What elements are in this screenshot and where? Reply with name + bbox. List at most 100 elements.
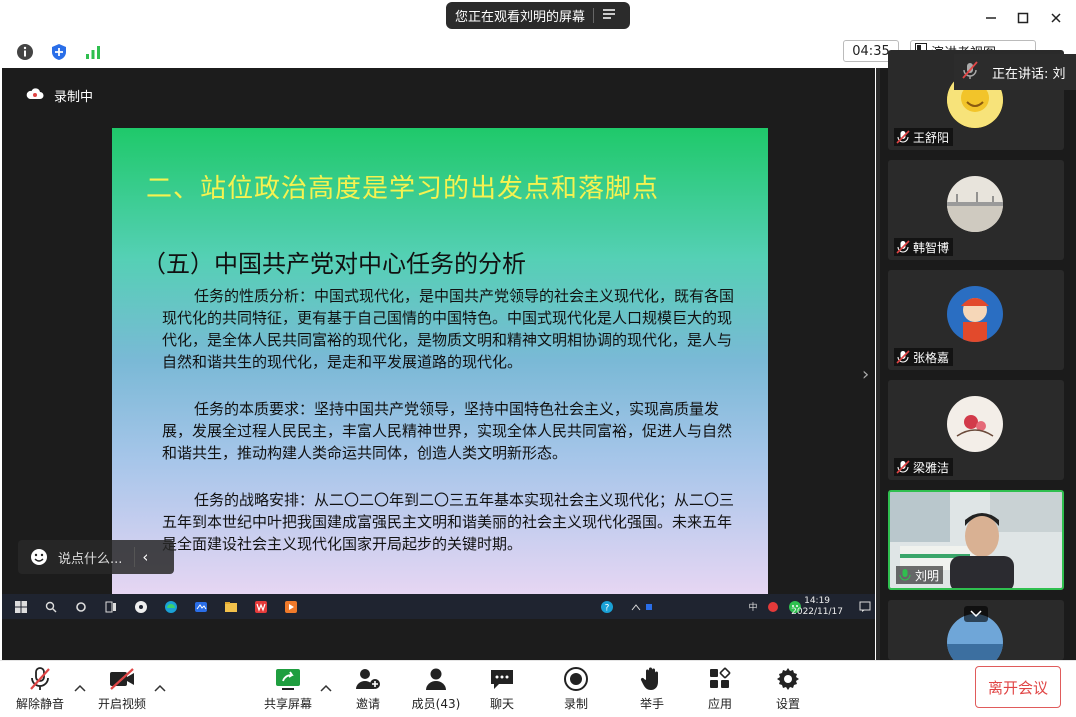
meeting-app-icon[interactable] xyxy=(190,598,212,616)
muted-mic-icon xyxy=(26,665,54,693)
participant-tile[interactable]: 韩智博 xyxy=(888,160,1064,260)
notification-icon[interactable] xyxy=(854,598,876,616)
hand-icon xyxy=(638,665,666,693)
participant-name: 张格嘉 xyxy=(913,350,950,365)
record-label: 录制 xyxy=(563,697,588,711)
slide-paragraph: 任务的性质分析：中国式现代化，是中国共产党领导的社会主义现代化，既有各国现代化的… xyxy=(162,287,735,371)
chevron-up-icon[interactable] xyxy=(74,681,86,695)
speaking-text: 正在讲话: 刘 xyxy=(992,66,1066,82)
participant-name-tag: 王舒阳 xyxy=(894,128,954,146)
participant-tile[interactable]: 张格嘉 xyxy=(888,270,1064,370)
clock-time: 14:19 xyxy=(804,596,831,606)
share-screen-icon xyxy=(274,665,302,693)
menu-icon[interactable] xyxy=(602,8,616,24)
add-user-icon xyxy=(354,665,382,693)
avatar xyxy=(947,176,1003,232)
title-bar: 您正在观看刘明的屏幕 xyxy=(0,0,1076,36)
invite-button[interactable]: 邀请 xyxy=(336,665,400,715)
quick-chat-input[interactable]: 说点什么... ‹ xyxy=(18,540,174,574)
apps-grid-icon xyxy=(706,665,734,693)
meeting-controls-bar: 解除静音 开启视频 共享屏幕 邀请 成员(43) 聊天 录制 举手 应用 设置 xyxy=(0,660,1076,717)
shared-screen: 录制中 二、站位政治高度是学习的出发点和落脚点 （五）中国共产党对中心任务的分析… xyxy=(2,68,875,660)
taskbar-clock[interactable]: 14:19 2022/11/17 xyxy=(791,596,843,618)
scroll-down-icon[interactable] xyxy=(964,606,988,622)
chat-button[interactable]: 聊天 xyxy=(470,665,534,715)
chat-label: 聊天 xyxy=(489,697,514,711)
ime-indicator[interactable]: 中 xyxy=(742,598,764,616)
emoji-icon[interactable] xyxy=(28,546,50,568)
edge-browser-icon[interactable] xyxy=(160,598,182,616)
unmute-label: 解除静音 xyxy=(15,697,64,711)
participant-name-tag: 韩智博 xyxy=(894,238,954,256)
cloud-icon xyxy=(26,87,44,104)
shield-icon[interactable] xyxy=(48,41,70,63)
participant-name-tag: 张格嘉 xyxy=(894,348,954,366)
maximize-button[interactable] xyxy=(1012,7,1034,29)
raise-hand-button[interactable]: 举手 xyxy=(620,665,684,715)
slide-title: 二、站位政治高度是学习的出发点和落脚点 xyxy=(146,174,660,204)
chevron-right-icon[interactable]: › xyxy=(862,364,869,385)
meeting-window: 您正在观看刘明的屏幕 04:35 演讲者视图 xyxy=(0,0,1076,717)
active-speaker-video-tile[interactable]: 刘明 xyxy=(888,490,1064,590)
chat-placeholder: 说点什么... xyxy=(58,551,123,567)
speaking-indicator: 正在讲话: 刘 xyxy=(954,54,1076,90)
svg-text:?: ? xyxy=(605,603,610,613)
slide-paragraph: 任务的战略安排：从二〇二〇年到二〇三五年基本实现社会主义现代化；从二〇三五年到本… xyxy=(162,491,735,553)
banner-text: 您正在观看刘明的屏幕 xyxy=(455,10,586,25)
mic-icon xyxy=(898,568,912,582)
chevron-up-icon[interactable] xyxy=(320,681,332,695)
chevron-left-icon[interactable]: ‹ xyxy=(135,548,155,566)
task-view-icon[interactable] xyxy=(100,598,122,616)
system-tray-icons[interactable] xyxy=(630,598,652,616)
share-screen-label: 共享屏幕 xyxy=(263,697,312,711)
recording-indicator: 录制中 xyxy=(26,86,93,105)
participant-name: 韩智博 xyxy=(913,240,950,255)
app-pinwheel-icon[interactable] xyxy=(130,598,152,616)
share-screen-button[interactable]: 共享屏幕 xyxy=(256,665,320,715)
signal-icon[interactable] xyxy=(82,41,104,63)
raise-hand-label: 举手 xyxy=(639,697,664,711)
windows-start-icon[interactable] xyxy=(10,598,32,616)
members-button[interactable]: 成员(43) xyxy=(404,665,468,715)
invite-label: 邀请 xyxy=(355,697,380,711)
unmute-button[interactable]: 解除静音 xyxy=(8,665,72,715)
start-video-label: 开启视频 xyxy=(97,697,146,711)
leave-meeting-button[interactable]: 离开会议 xyxy=(975,666,1061,708)
info-icon[interactable] xyxy=(14,41,36,63)
settings-button[interactable]: 设置 xyxy=(756,665,820,715)
participant-tile[interactable] xyxy=(888,600,1064,660)
muted-mic-icon xyxy=(896,240,910,254)
windows-taskbar: ? 中 14:19 2022/11/17 xyxy=(2,594,875,619)
participant-tile[interactable]: 梁雅洁 xyxy=(888,380,1064,480)
start-video-button[interactable]: 开启视频 xyxy=(90,665,154,715)
chevron-up-icon[interactable] xyxy=(154,681,166,695)
cortana-icon[interactable] xyxy=(70,598,92,616)
slide-subtitle: （五）中国共产党对中心任务的分析 xyxy=(142,250,526,278)
recording-label: 录制中 xyxy=(54,90,94,105)
muted-mic-icon xyxy=(896,460,910,474)
members-label: 成员(43) xyxy=(411,697,461,711)
avatar xyxy=(947,396,1003,452)
apps-button[interactable]: 应用 xyxy=(688,665,752,715)
gear-icon xyxy=(774,665,802,693)
close-button[interactable] xyxy=(1045,7,1067,29)
participant-name: 梁雅洁 xyxy=(913,460,950,475)
muted-mic-icon xyxy=(962,61,978,83)
avatar xyxy=(947,286,1003,342)
slide-paragraph: 任务的本质要求：坚持中国共产党领导，坚持中国特色社会主义，实现高质量发展，发展全… xyxy=(162,400,733,462)
clock-date: 2022/11/17 xyxy=(791,607,843,617)
participant-panel: 王舒阳 韩智博 张格嘉 梁雅洁 刘明 xyxy=(880,50,1076,660)
screen-share-banner[interactable]: 您正在观看刘明的屏幕 xyxy=(446,2,630,29)
participant-name-tag: 刘明 xyxy=(896,566,944,584)
apps-label: 应用 xyxy=(707,697,732,711)
file-explorer-icon[interactable] xyxy=(220,598,242,616)
wps-icon[interactable] xyxy=(250,598,272,616)
participant-name: 王舒阳 xyxy=(913,130,950,145)
record-button[interactable]: 录制 xyxy=(544,665,608,715)
search-icon[interactable] xyxy=(40,598,62,616)
minimize-button[interactable] xyxy=(980,7,1002,29)
help-icon[interactable]: ? xyxy=(596,598,618,616)
muted-mic-icon xyxy=(896,130,910,144)
security-app-icon[interactable] xyxy=(762,598,784,616)
slideshow-icon[interactable] xyxy=(280,598,302,616)
